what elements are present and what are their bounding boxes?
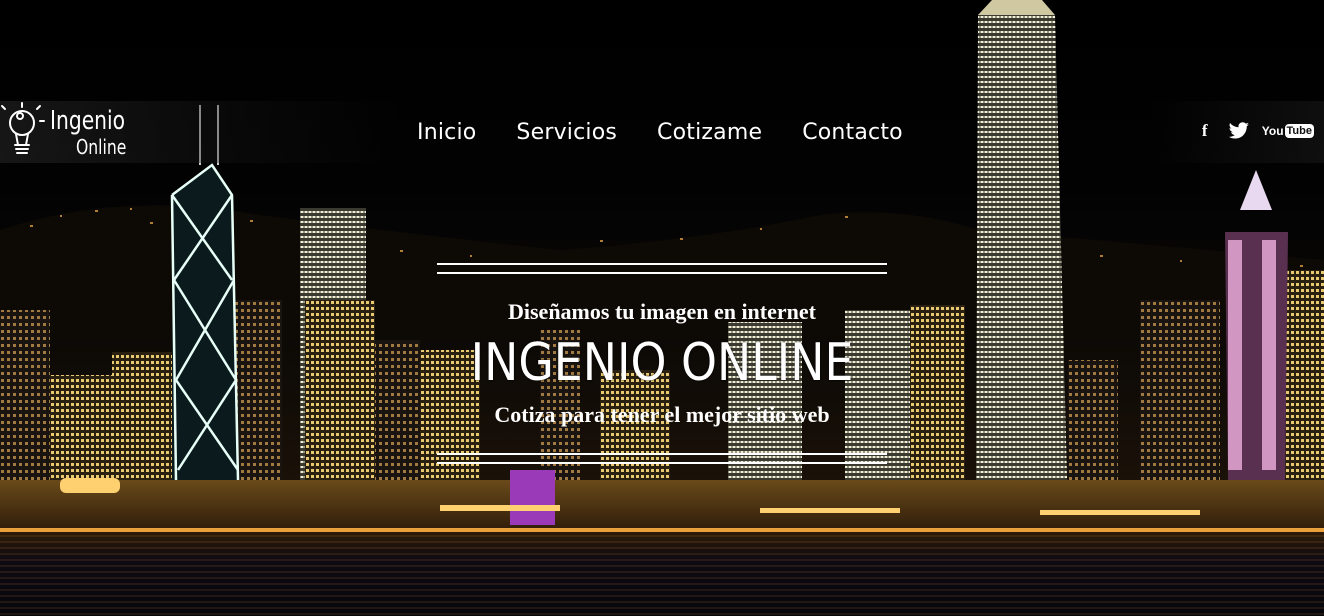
nav-item-servicios[interactable]: Servicios — [516, 120, 617, 145]
lightbulb-icon — [1, 102, 45, 154]
header-bar: Ingenio Online Inicio Servicios Cotizame… — [0, 101, 1324, 163]
social-links: f You Tube — [1194, 121, 1314, 141]
hero-rule-top-1 — [437, 263, 887, 265]
hero-rule-bottom-2 — [437, 462, 887, 464]
hero-tagline: Diseñamos tu imagen en internet — [508, 299, 816, 324]
logo-text-ingenio: Ingenio — [50, 106, 126, 136]
facebook-icon[interactable]: f — [1194, 121, 1216, 141]
harbor-water — [0, 535, 1324, 616]
nav-item-inicio[interactable]: Inicio — [417, 120, 476, 145]
youtube-icon[interactable]: You Tube — [1262, 124, 1314, 138]
nav-item-contacto[interactable]: Contacto — [802, 120, 903, 145]
hero-rule-top-2 — [437, 272, 887, 274]
twitter-icon[interactable] — [1228, 122, 1250, 140]
hero-banner: Diseñamos tu imagen en internet INGENIO … — [437, 263, 887, 466]
main-nav: Inicio Servicios Cotizame Contacto — [417, 120, 943, 145]
hero-rule-bottom-1 — [437, 453, 887, 455]
youtube-tube-text: Tube — [1284, 124, 1314, 138]
page: Ingenio Online Inicio Servicios Cotizame… — [0, 0, 1324, 616]
logo[interactable]: Ingenio Online — [0, 101, 130, 163]
nav-item-cotizame[interactable]: Cotizame — [657, 120, 762, 145]
hero-subtitle: Cotiza para tener el mejor sitio web — [494, 402, 830, 427]
logo-text-online: Online — [76, 135, 127, 159]
hero-title: INGENIO ONLINE — [470, 333, 854, 393]
youtube-you-text: You — [1261, 124, 1284, 138]
